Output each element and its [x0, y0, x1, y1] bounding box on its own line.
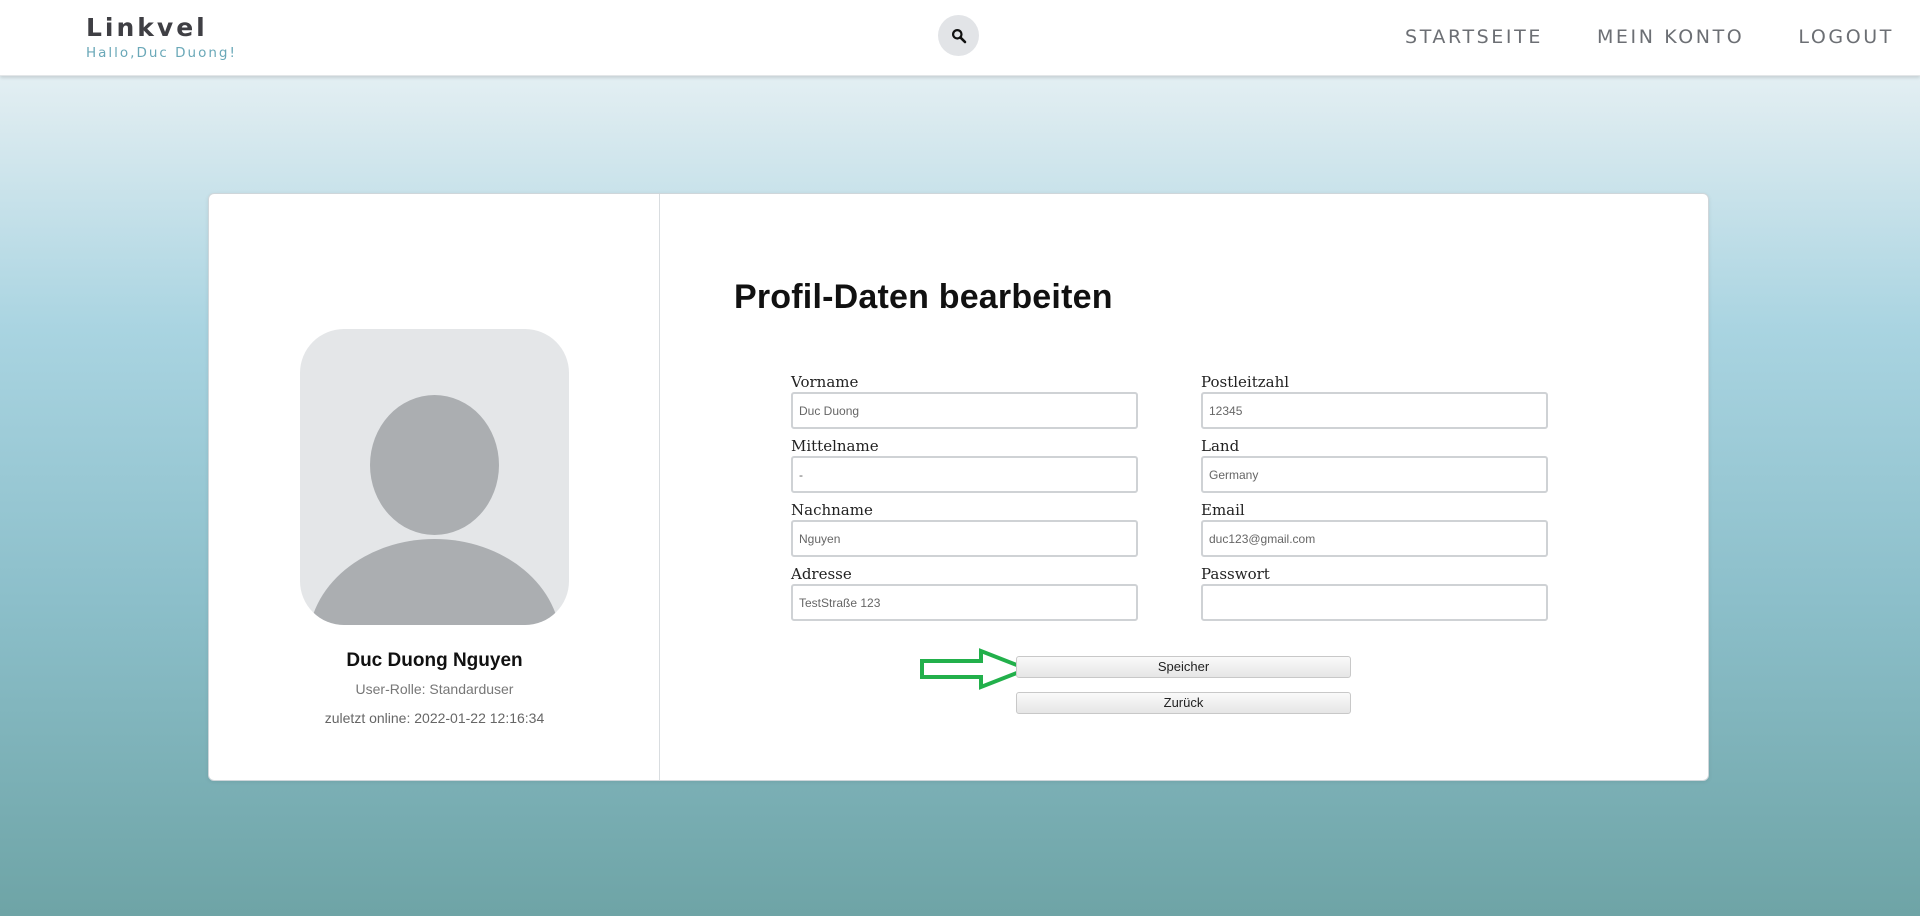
brand-logo-text[interactable]: Linkvel: [86, 14, 237, 42]
field-label: Email: [1201, 501, 1245, 519]
vorname-input[interactable]: [791, 392, 1138, 429]
mittelname-input[interactable]: [791, 456, 1138, 493]
top-navbar: Linkvel Hallo,Duc Duong! STARTSEITE MEIN…: [0, 0, 1920, 76]
save-button[interactable]: Speicher: [1016, 656, 1351, 678]
field-label: Mittelname: [791, 437, 879, 455]
postleitzahl-input[interactable]: [1201, 392, 1548, 429]
field-adresse: Adresse: [791, 565, 1138, 621]
greeting-text: Hallo,Duc Duong!: [86, 45, 237, 61]
field-email: Email: [1201, 501, 1548, 557]
last-online-text: zuletzt online: 2022-01-22 12:16:34: [324, 710, 545, 726]
field-passwort: Passwort: [1201, 565, 1548, 621]
field-land: Land: [1201, 437, 1548, 493]
field-label: Vorname: [791, 373, 859, 391]
field-label: Passwort: [1201, 565, 1270, 583]
field-label: Land: [1201, 437, 1240, 455]
field-label: Postleitzahl: [1201, 373, 1290, 391]
avatar-body-shape: [308, 539, 561, 625]
nav-logout[interactable]: LOGOUT: [1798, 24, 1894, 50]
profile-card: Duc Duong Nguyen User-Rolle: Standarduse…: [208, 193, 1709, 781]
field-nachname: Nachname: [791, 501, 1138, 557]
field-label: Adresse: [791, 565, 852, 583]
field-label: Nachname: [791, 501, 873, 519]
user-role-text: User-Rolle: Standarduser: [355, 681, 514, 697]
avatar-image: [300, 329, 569, 625]
search-button[interactable]: [938, 15, 979, 56]
nav-startseite[interactable]: STARTSEITE: [1405, 24, 1543, 50]
nachname-input[interactable]: [791, 520, 1138, 557]
brand[interactable]: Linkvel Hallo,Duc Duong!: [86, 14, 237, 62]
nav-mein-konto[interactable]: MEIN KONTO: [1597, 24, 1744, 50]
back-button[interactable]: Zurück: [1016, 692, 1351, 714]
form-title: Profil-Daten bearbeiten: [734, 278, 1113, 316]
user-full-name: Duc Duong Nguyen: [346, 650, 523, 671]
password-input[interactable]: [1201, 584, 1548, 621]
arrow-right-icon: [920, 648, 1031, 690]
field-mittelname: Mittelname: [791, 437, 1138, 493]
land-input[interactable]: [1201, 456, 1548, 493]
profile-sidebar: Duc Duong Nguyen User-Rolle: Standarduse…: [209, 194, 660, 780]
adresse-input[interactable]: [791, 584, 1138, 621]
email-input[interactable]: [1201, 520, 1548, 557]
main-nav: STARTSEITE MEIN KONTO LOGOUT: [1351, 24, 1894, 50]
avatar-head-shape: [370, 395, 499, 535]
field-postleitzahl: Postleitzahl: [1201, 373, 1548, 429]
field-vorname: Vorname: [791, 373, 1138, 429]
search-icon: [951, 28, 966, 43]
